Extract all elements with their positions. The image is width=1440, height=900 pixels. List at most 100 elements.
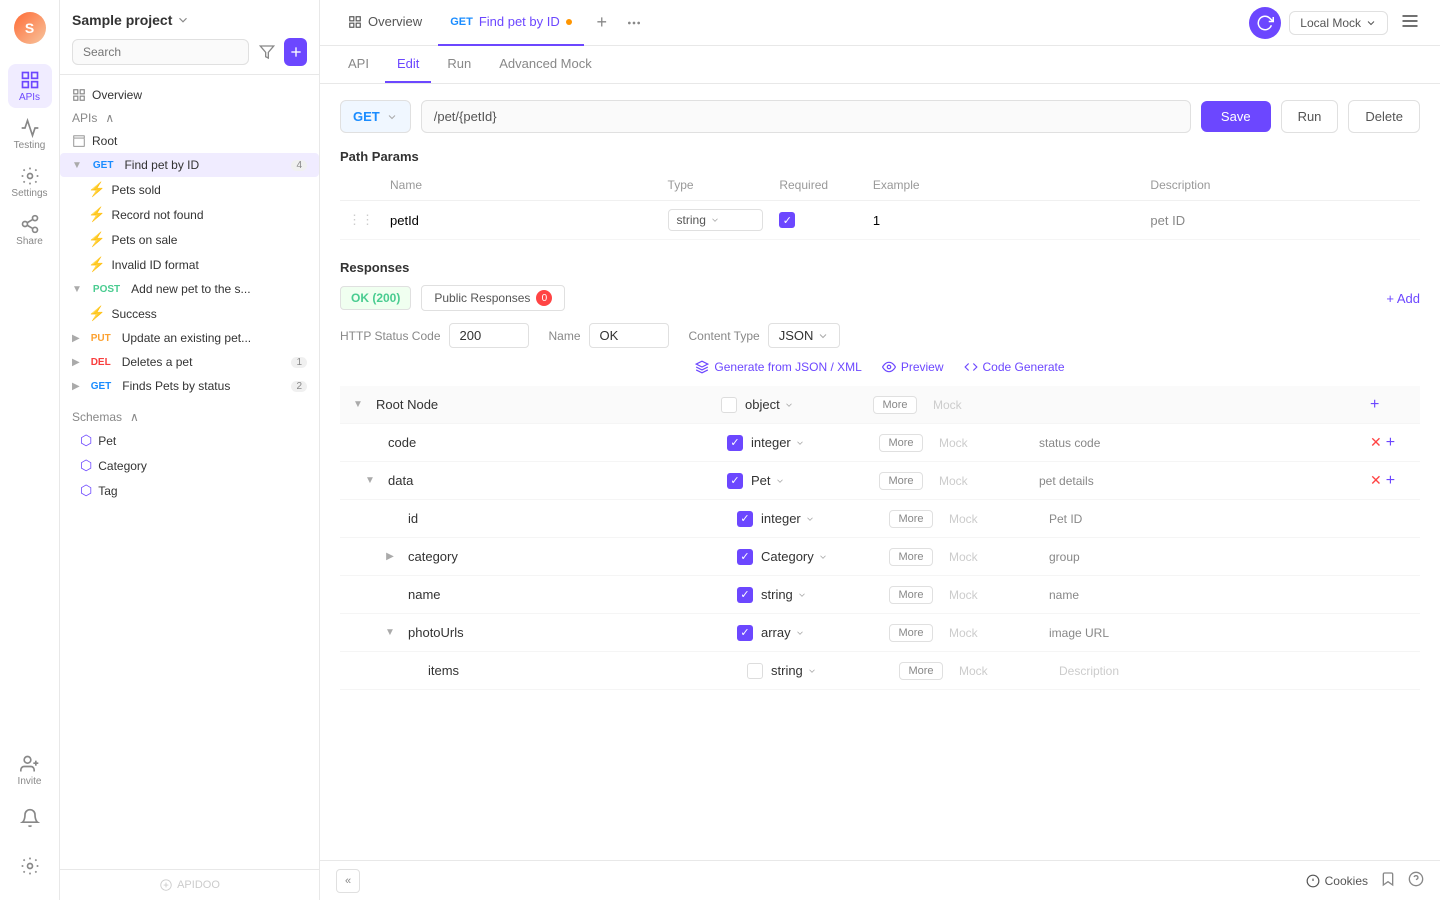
tree-overview[interactable]: Overview — [60, 83, 319, 107]
check-items[interactable] — [747, 663, 763, 679]
preview-link[interactable]: Preview — [882, 360, 944, 374]
type-data[interactable]: Pet — [751, 473, 871, 488]
type-code[interactable]: integer — [751, 435, 871, 450]
notifications-icon[interactable] — [8, 796, 52, 840]
add-response-link[interactable]: + Add — [1386, 291, 1420, 306]
nav-share[interactable]: Share — [8, 208, 52, 252]
url-input[interactable] — [421, 100, 1191, 133]
delete-data[interactable]: ✕ — [1370, 472, 1382, 489]
example-input[interactable] — [873, 213, 1049, 228]
expand-rootnode[interactable]: ▼ — [348, 399, 368, 410]
method-select[interactable]: GET — [340, 100, 411, 133]
description-input[interactable] — [1150, 213, 1326, 228]
check-name[interactable] — [737, 587, 753, 603]
schema-row-name: name string More Mock name — [340, 576, 1420, 614]
tree-del-deletepet[interactable]: ▶ DEL Deletes a pet 1 — [60, 350, 319, 374]
schema-tag[interactable]: ⬡ Tag — [60, 478, 319, 503]
type-rootnode[interactable]: object — [745, 397, 865, 412]
more-data[interactable]: More — [879, 472, 922, 490]
tree-child-pets-on-sale[interactable]: ⚡ Pets on sale — [60, 227, 319, 252]
tree-get-findpet[interactable]: ▼ GET Find pet by ID 4 — [60, 153, 319, 177]
search-input[interactable] — [72, 39, 249, 65]
mock-photourls: Mock — [949, 626, 978, 640]
more-category[interactable]: More — [889, 548, 932, 566]
nav-invite[interactable]: Invite — [8, 748, 52, 792]
check-rootnode[interactable] — [721, 397, 737, 413]
tree-child-invalid-id[interactable]: ⚡ Invalid ID format — [60, 252, 319, 277]
type-id[interactable]: integer — [761, 511, 881, 526]
gear-icon[interactable] — [8, 844, 52, 888]
expand-data[interactable]: ▼ — [360, 475, 380, 486]
more-rootnode[interactable]: More — [873, 396, 916, 414]
tab-api[interactable]: API — [336, 46, 381, 83]
nav-settings[interactable]: Settings — [8, 160, 52, 204]
tab-overview[interactable]: Overview — [336, 0, 434, 46]
add-code[interactable]: + — [1386, 434, 1395, 452]
name-input[interactable] — [589, 323, 669, 348]
more-name[interactable]: More — [889, 586, 932, 604]
tree-root[interactable]: Root — [60, 129, 319, 153]
env-selector[interactable]: Local Mock — [1289, 11, 1388, 35]
more-code[interactable]: More — [879, 434, 922, 452]
add-data[interactable]: + — [1386, 472, 1395, 490]
project-title[interactable]: Sample project — [72, 12, 307, 28]
expand-photourls[interactable]: ▼ — [380, 627, 400, 638]
add-tab-button[interactable]: + — [588, 9, 616, 37]
tree-put-updatepet[interactable]: ▶ PUT Update an existing pet... — [60, 326, 319, 350]
public-responses-button[interactable]: Public Responses 0 — [421, 285, 565, 311]
more-items[interactable]: More — [899, 662, 942, 680]
help-icon[interactable] — [1408, 871, 1424, 890]
user-avatar[interactable]: S — [14, 12, 46, 44]
schema-category[interactable]: ⬡ Category — [60, 453, 319, 478]
delete-button[interactable]: Delete — [1348, 100, 1420, 133]
tree-child-pets-sold[interactable]: ⚡ Pets sold — [60, 177, 319, 202]
check-code[interactable] — [727, 435, 743, 451]
expand-category[interactable]: ▶ — [380, 551, 400, 562]
delete-code[interactable]: ✕ — [1370, 434, 1382, 451]
tree: Overview APIs ∧ Root ▼ GET Find pet by I… — [60, 75, 319, 869]
ok-badge[interactable]: OK (200) — [340, 286, 411, 310]
tab-active-endpoint[interactable]: GET Find pet by ID — [438, 0, 584, 46]
tab-advanced-mock[interactable]: Advanced Mock — [487, 46, 604, 83]
more-id[interactable]: More — [889, 510, 932, 528]
bookmark-icon[interactable] — [1380, 871, 1396, 890]
nav-testing[interactable]: Testing — [8, 112, 52, 156]
param-name-input[interactable] — [390, 213, 566, 228]
schema-pet[interactable]: ⬡ Pet — [60, 428, 319, 453]
generate-json-link[interactable]: Generate from JSON / XML — [695, 360, 861, 374]
tree-child-record-not-found[interactable]: ⚡ Record not found — [60, 202, 319, 227]
tree-post-addpet[interactable]: ▼ POST Add new pet to the s... — [60, 277, 319, 301]
sync-button[interactable] — [1249, 7, 1281, 39]
check-photourls[interactable] — [737, 625, 753, 641]
type-name[interactable]: string — [761, 587, 881, 602]
code-generate-link[interactable]: Code Generate — [964, 360, 1065, 374]
check-category[interactable] — [737, 549, 753, 565]
add-rootnode[interactable]: + — [1370, 396, 1379, 414]
check-id[interactable] — [737, 511, 753, 527]
add-button[interactable] — [284, 38, 307, 66]
collapse-button[interactable]: « — [336, 869, 360, 893]
cookies-button[interactable]: Cookies — [1306, 874, 1368, 888]
run-button[interactable]: Run — [1281, 100, 1339, 133]
type-photourls[interactable]: array — [761, 625, 881, 640]
tab-edit[interactable]: Edit — [385, 46, 431, 83]
type-select[interactable]: string — [668, 209, 764, 231]
tree-child-success[interactable]: ⚡ Success — [60, 301, 319, 326]
http-status-input[interactable] — [449, 323, 529, 348]
tree-get-findsbystatus[interactable]: ▶ GET Finds Pets by status 2 — [60, 374, 319, 398]
drag-handle[interactable]: ⋮⋮ — [348, 212, 374, 227]
check-data[interactable] — [727, 473, 743, 489]
more-tabs-button[interactable] — [620, 9, 648, 37]
required-checkbox[interactable] — [779, 212, 795, 228]
save-button[interactable]: Save — [1201, 101, 1271, 132]
public-count-badge: 0 — [536, 290, 552, 306]
more-photourls[interactable]: More — [889, 624, 932, 642]
type-category[interactable]: Category — [761, 549, 881, 564]
tab-run[interactable]: Run — [435, 46, 483, 83]
menu-button[interactable] — [1396, 7, 1424, 38]
type-items[interactable]: string — [771, 663, 891, 678]
top-bar-right: Local Mock — [1249, 7, 1424, 39]
nav-apis[interactable]: APIs — [8, 64, 52, 108]
filter-button[interactable] — [255, 38, 278, 66]
content-type-select[interactable]: JSON — [768, 323, 841, 348]
